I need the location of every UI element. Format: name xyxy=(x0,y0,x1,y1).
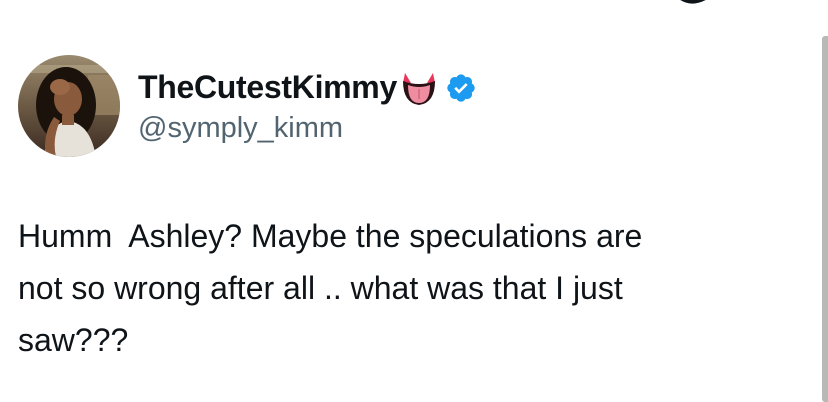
avatar-image xyxy=(18,55,120,157)
name-row: TheCutestKimmy xyxy=(138,68,477,108)
display-name[interactable]: TheCutestKimmy xyxy=(138,69,397,106)
tweet-text-line: saw??? xyxy=(18,322,129,358)
avatar[interactable] xyxy=(18,55,120,157)
user-info: TheCutestKimmy @symply_kimm xyxy=(138,68,477,145)
tongue-out-devil-emoji-icon xyxy=(402,72,435,105)
scrollbar[interactable] xyxy=(822,36,828,402)
tweet-header: TheCutestKimmy @symply_kimm xyxy=(18,55,477,157)
tweet-text: Humm Ashley? Maybe the speculations are … xyxy=(18,210,808,366)
partial-top-icon xyxy=(680,0,706,4)
tweet-text-line: not so wrong after all .. what was that … xyxy=(18,270,623,306)
user-handle[interactable]: @symply_kimm xyxy=(138,112,477,145)
tweet-text-line: Humm Ashley? Maybe the speculations are xyxy=(18,218,643,254)
verified-badge-icon[interactable] xyxy=(445,72,477,104)
